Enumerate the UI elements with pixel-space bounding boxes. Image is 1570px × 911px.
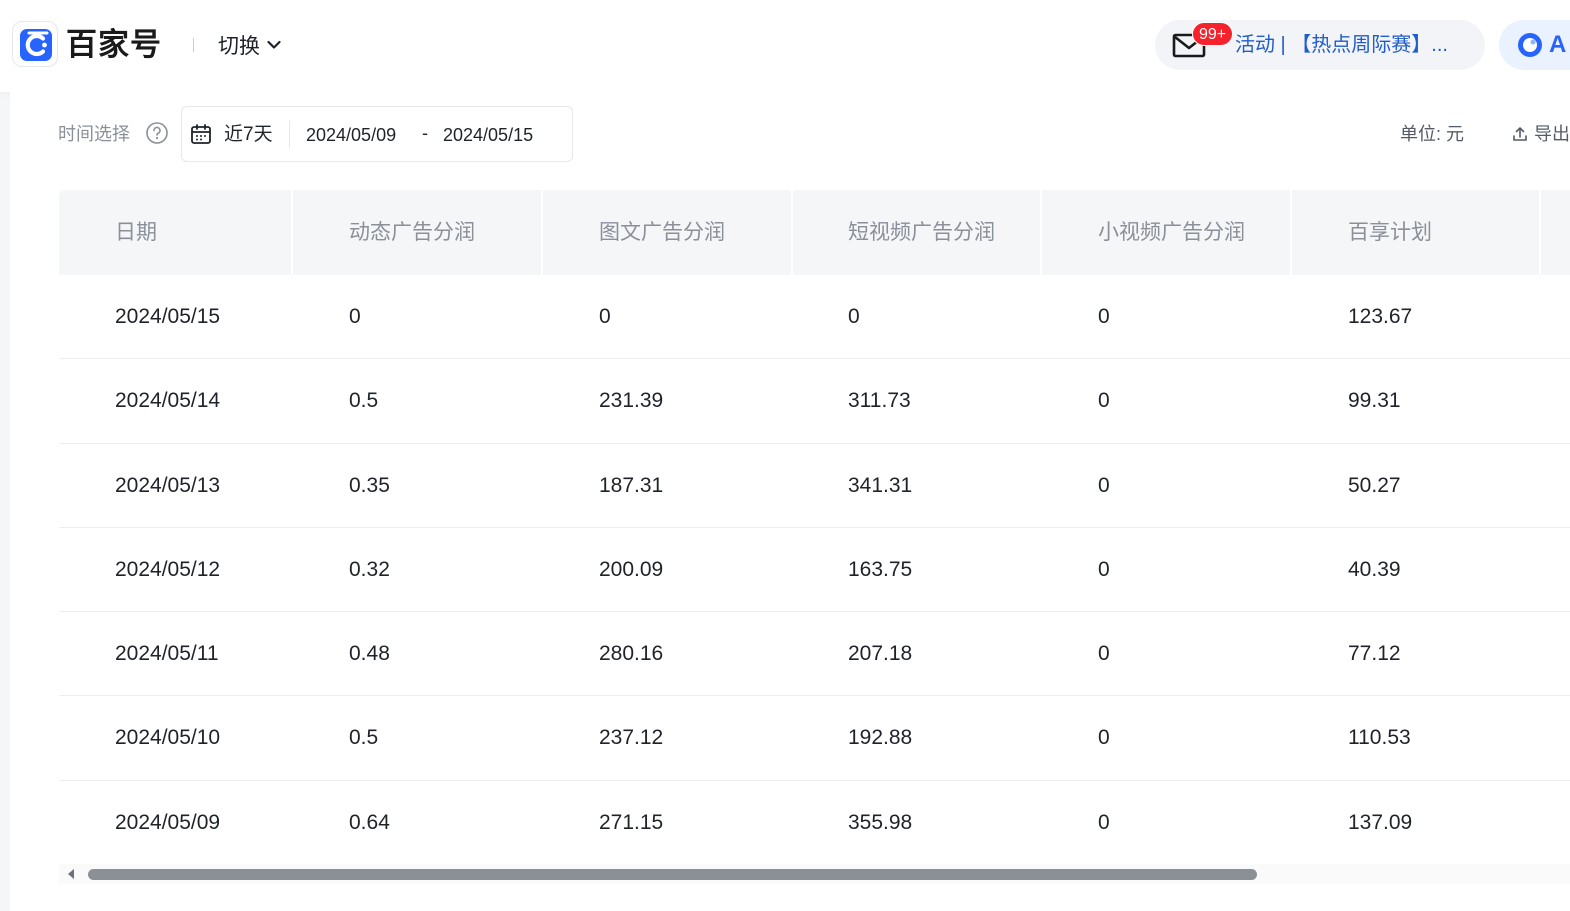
cell-mini-video-ad: 0 — [1098, 389, 1110, 413]
baijiahao-logo-icon[interactable] — [12, 21, 58, 67]
table-row: 2024/05/10 0.5 237.12 192.88 0 110.53 — [59, 696, 1570, 781]
export-button[interactable]: 导出 — [1512, 122, 1570, 146]
date-range-divider — [289, 121, 290, 148]
cell-article-ad: 0 — [599, 305, 611, 328]
export-icon — [1513, 127, 1527, 141]
column-header-dynamic-ad[interactable]: 动态广告分润 — [349, 190, 475, 275]
cell-short-video-ad: 207.18 — [848, 642, 913, 666]
table-row: 2024/05/14 0.5 231.39 311.73 0 99.31 — [59, 359, 1570, 444]
export-label: 导出 — [1534, 124, 1570, 144]
column-separator — [791, 190, 793, 275]
earnings-card: 时间选择 近7天 2024/05/09 - 2024/05/15 单位: 元 导… — [10, 92, 1570, 911]
cell-short-video-ad: 163.75 — [848, 557, 913, 581]
ai-assistant-button[interactable]: A — [1499, 20, 1570, 70]
column-header-short-video-ad[interactable]: 短视频广告分润 — [848, 190, 995, 275]
cell-short-video-ad: 355.98 — [848, 810, 913, 834]
cell-mini-video-ad: 0 — [1098, 557, 1110, 581]
column-header-article-ad[interactable]: 图文广告分润 — [599, 190, 725, 275]
table-row: 2024/05/12 0.32 200.09 163.75 0 40.39 — [59, 528, 1570, 613]
notification-link[interactable]: 活动 | 【热点周际赛】... — [1235, 32, 1448, 58]
scrollbar-thumb[interactable] — [88, 869, 1257, 880]
cell-date: 2024/05/15 — [115, 305, 221, 328]
cell-mini-video-ad: 0 — [1098, 810, 1110, 834]
start-date-input[interactable]: 2024/05/09 — [306, 123, 396, 147]
cell-date: 2024/05/14 — [115, 389, 221, 413]
horizontal-scrollbar[interactable] — [59, 864, 1570, 884]
cell-baixiang-plan: 137.09 — [1348, 810, 1413, 834]
logo-text: 百家号 — [66, 27, 162, 62]
cell-date: 2024/05/13 — [115, 473, 221, 497]
time-select-label: 时间选择 — [58, 124, 130, 144]
table-header: 日期 动态广告分润 图文广告分润 短视频广告分润 小视频广告分润 百享计划 — [59, 190, 1570, 275]
cell-date: 2024/05/12 — [115, 557, 221, 581]
table-body: 2024/05/15 0 0 0 0 123.67 2024/05/14 0.5… — [59, 275, 1570, 866]
ai-assistant-label: A — [1549, 31, 1567, 58]
cell-dynamic-ad: 0.5 — [349, 389, 379, 413]
chevron-down-icon — [267, 40, 281, 49]
cell-short-video-ad: 192.88 — [848, 726, 913, 750]
calendar-icon — [191, 124, 211, 144]
cell-mini-video-ad: 0 — [1098, 726, 1110, 750]
cell-baixiang-plan: 50.27 — [1348, 473, 1401, 497]
column-separator — [541, 190, 543, 275]
notification-bar[interactable]: 99+ 活动 | 【热点周际赛】... — [1155, 20, 1485, 70]
cell-date: 2024/05/11 — [115, 642, 219, 666]
cell-short-video-ad: 0 — [848, 305, 860, 328]
unit-label: 单位: 元 — [1400, 124, 1465, 144]
cell-dynamic-ad: 0 — [349, 305, 361, 328]
cell-article-ad: 231.39 — [599, 389, 664, 413]
column-separator — [1040, 190, 1042, 275]
help-icon[interactable] — [145, 121, 169, 145]
cell-article-ad: 237.12 — [599, 726, 664, 750]
date-preset-select[interactable]: 近7天 — [224, 123, 273, 147]
date-range-separator: - — [422, 123, 428, 143]
top-header: 百家号 切换 99+ 活动 | 【热点周际赛】... A — [0, 0, 1570, 92]
cell-article-ad: 271.15 — [599, 810, 664, 834]
cell-date: 2024/05/09 — [115, 810, 221, 834]
notification-count-badge: 99+ — [1192, 22, 1234, 46]
header-divider — [193, 38, 194, 52]
cell-mini-video-ad: 0 — [1098, 473, 1110, 497]
cell-date: 2024/05/10 — [115, 726, 221, 750]
table-row: 2024/05/11 0.48 280.16 207.18 0 77.12 — [59, 612, 1570, 697]
column-separator — [291, 190, 293, 275]
switch-account-button[interactable]: 切换 — [218, 30, 281, 60]
ai-assistant-icon — [1518, 33, 1542, 57]
table-row: 2024/05/09 0.64 271.15 355.98 0 137.09 — [59, 781, 1570, 866]
cell-baixiang-plan: 110.53 — [1348, 726, 1411, 750]
column-header-date[interactable]: 日期 — [115, 190, 157, 275]
column-header-mini-video-ad[interactable]: 小视频广告分润 — [1098, 190, 1245, 275]
cell-mini-video-ad: 0 — [1098, 305, 1110, 328]
switch-label: 切换 — [218, 35, 260, 58]
scroll-left-arrow-icon[interactable] — [68, 869, 74, 879]
cell-baixiang-plan: 99.31 — [1348, 389, 1401, 413]
earnings-table: 日期 动态广告分润 图文广告分润 短视频广告分润 小视频广告分润 百享计划 20… — [59, 190, 1570, 866]
cell-article-ad: 187.31 — [599, 473, 664, 497]
column-separator — [1539, 190, 1541, 275]
cell-article-ad: 280.16 — [599, 642, 664, 666]
column-header-baixiang-plan[interactable]: 百享计划 — [1348, 190, 1432, 275]
cell-short-video-ad: 311.73 — [848, 389, 911, 413]
cell-dynamic-ad: 0.48 — [349, 642, 390, 666]
cell-short-video-ad: 341.31 — [848, 473, 913, 497]
cell-dynamic-ad: 0.64 — [349, 810, 390, 834]
cell-baixiang-plan: 123.67 — [1348, 305, 1413, 328]
cell-dynamic-ad: 0.5 — [349, 726, 379, 750]
date-range-picker[interactable]: 近7天 2024/05/09 - 2024/05/15 — [181, 106, 573, 162]
cell-dynamic-ad: 0.35 — [349, 473, 390, 497]
cell-baixiang-plan: 77.12 — [1348, 642, 1401, 666]
table-row: 2024/05/15 0 0 0 0 123.67 — [59, 275, 1570, 360]
column-separator — [1290, 190, 1292, 275]
cell-article-ad: 200.09 — [599, 557, 664, 581]
end-date-input[interactable]: 2024/05/15 — [443, 123, 533, 147]
cell-baixiang-plan: 40.39 — [1348, 557, 1401, 581]
table-row: 2024/05/13 0.35 187.31 341.31 0 50.27 — [59, 444, 1570, 528]
cell-dynamic-ad: 0.32 — [349, 557, 390, 581]
cell-mini-video-ad: 0 — [1098, 642, 1110, 666]
